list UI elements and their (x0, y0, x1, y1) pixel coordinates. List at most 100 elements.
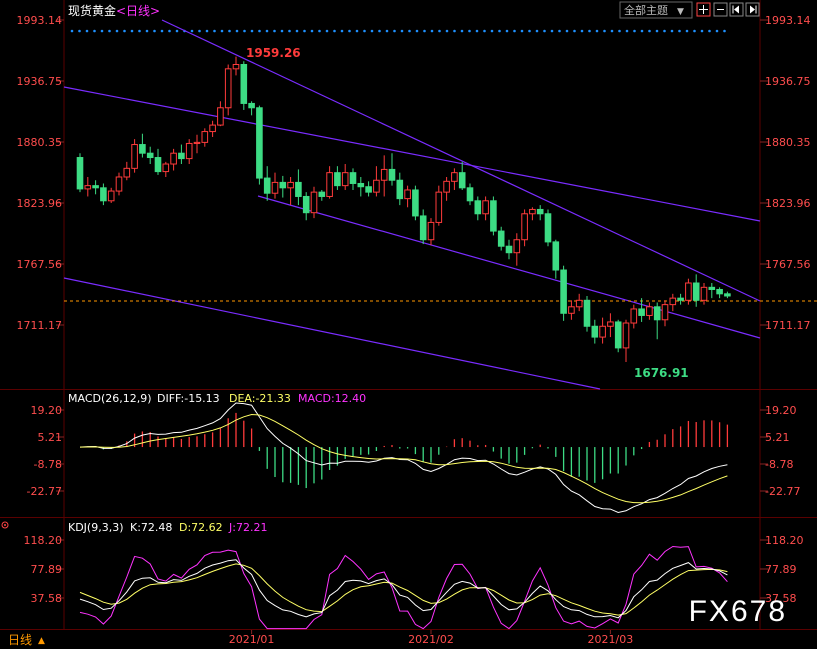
indicator-dot (250, 29, 254, 33)
indicator-dot (93, 29, 96, 33)
indicator-dot (123, 29, 126, 33)
indicator-dot (468, 29, 471, 33)
candle-body (334, 172, 341, 187)
candle-body (84, 185, 92, 190)
period-link[interactable]: <日线> (116, 4, 160, 18)
candle-body (529, 208, 536, 215)
indicator-dot (265, 29, 269, 33)
candle-body (677, 297, 684, 301)
candle-body (154, 157, 162, 173)
indicator-dot (205, 29, 209, 33)
indicator-dot (483, 29, 486, 33)
candle-body (76, 157, 84, 190)
kdj-tick-label: 118.20 (24, 534, 63, 547)
candle-body (341, 172, 349, 187)
indicator-dot (423, 29, 426, 33)
low-price-label: 1676.91 (634, 366, 689, 380)
zoom-out-icon[interactable] (713, 2, 728, 17)
candle-body (256, 107, 263, 179)
date-tick-label: 2021/02 (408, 633, 454, 646)
step-forward-icon[interactable] (745, 2, 760, 17)
price-tick-label: 1936.75 (17, 75, 63, 88)
candle-body (458, 172, 466, 189)
kdj-tick-label: 118.20 (765, 534, 804, 547)
candle-body (271, 181, 279, 194)
candle-body (646, 306, 653, 316)
candle (490, 196, 497, 236)
candle-body (583, 299, 591, 327)
kdj-j-value: J:72.21 (228, 521, 267, 534)
candle-body (544, 213, 552, 243)
candle-body (263, 177, 271, 194)
indicator-dot (610, 29, 614, 33)
indicator-dot (243, 29, 246, 33)
indicator-dot (475, 29, 479, 33)
indicator-dot (228, 29, 231, 33)
indicator-dot (198, 29, 201, 33)
indicator-dot (618, 29, 621, 33)
candle-body (162, 163, 170, 173)
indicator-dot (573, 29, 576, 33)
candle (240, 61, 248, 110)
crosshair-icon[interactable] (696, 2, 711, 17)
indicator-dot (640, 29, 644, 33)
chart-canvas[interactable]: 现货黄金 <日线> 全部主题 ▼ 1993.14 1936.75 1880.35 18… (0, 0, 817, 649)
indicator-dot (678, 29, 681, 33)
candle-body (100, 187, 107, 202)
indicator-dot (258, 29, 261, 33)
indicator-dot (723, 29, 726, 33)
price-tick-label: 1880.35 (765, 136, 811, 149)
indicator-dot (498, 29, 501, 33)
candle-body (661, 304, 669, 321)
step-back-icon[interactable] (729, 2, 744, 17)
period-button[interactable]: 日线 ▲ (8, 633, 45, 647)
indicator-dot (340, 29, 344, 33)
kdj-tick-label: 77.89 (765, 563, 797, 576)
candle-body (497, 230, 505, 247)
candle-body (568, 306, 575, 314)
candle-body (107, 190, 115, 202)
indicator-dot (445, 29, 449, 33)
candle-body (217, 107, 224, 126)
kdj-title: KDJ(9,3,3) (68, 521, 124, 534)
candle-body (443, 180, 450, 193)
indicator-dot (415, 29, 419, 33)
candle-body (505, 245, 513, 254)
candle-body (708, 286, 716, 290)
indicator-dot (78, 29, 81, 33)
indicator-dot (408, 29, 411, 33)
macd-tick-label: 19.20 (31, 404, 63, 417)
candle (583, 295, 591, 332)
candle (76, 153, 84, 193)
candle-body (193, 141, 201, 144)
macd-diff-value: DIFF:-15.13 (157, 392, 220, 405)
price-tick-label: 1993.14 (17, 14, 63, 27)
price-tick-label: 1880.35 (17, 136, 63, 149)
theme-dropdown-label: 全部主题 (624, 3, 668, 17)
candle-body (373, 179, 380, 193)
price-tick-label: 1823.96 (765, 197, 811, 210)
candle-body (365, 186, 372, 193)
indicator-dot (535, 29, 539, 33)
indicator-dot (700, 29, 704, 33)
indicator-dot (175, 29, 179, 33)
indicator-dot (310, 29, 314, 33)
candle-body (466, 187, 474, 202)
indicator-dot (145, 29, 149, 33)
indicator-dot (708, 29, 711, 33)
candle-body (513, 239, 521, 254)
candle-body (552, 241, 560, 271)
candle-body (630, 308, 638, 324)
candle-body (115, 176, 123, 192)
price-tick-label: 1767.56 (765, 258, 811, 271)
candle-body (716, 288, 723, 295)
indicator-dot (363, 29, 366, 33)
candle-body (318, 191, 326, 197)
candle-body (201, 131, 209, 143)
macd-tick-label: -22.77 (27, 485, 62, 498)
candle-body (388, 168, 396, 181)
theme-dropdown[interactable]: 全部主题 ▼ (619, 1, 693, 19)
indicator-dot (580, 29, 584, 33)
candle-body (412, 189, 419, 217)
candle-body (638, 308, 645, 316)
